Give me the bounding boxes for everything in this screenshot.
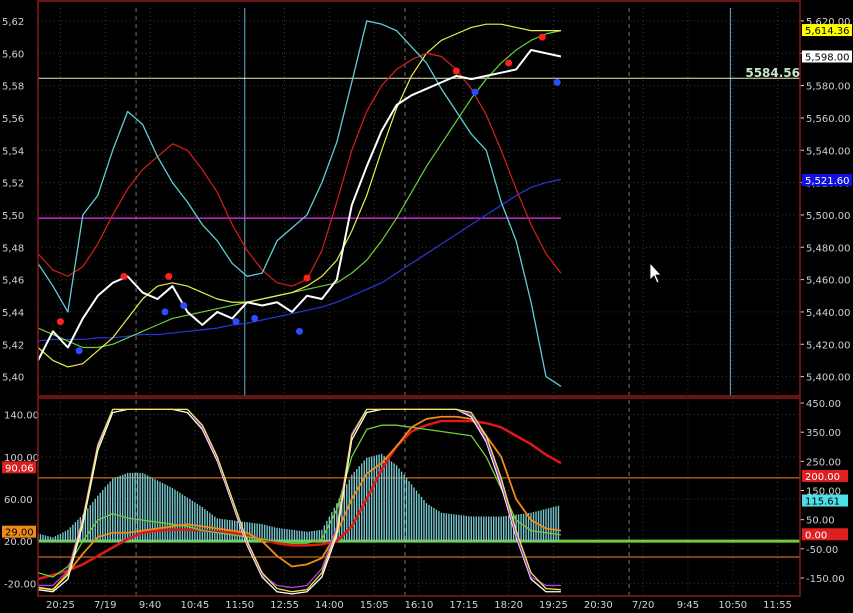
time-axis-label: 15:05 <box>360 600 389 611</box>
price-axis-label-right: 5,400.00 <box>806 373 851 384</box>
time-axis-label: 18:20 <box>494 600 523 611</box>
price-axis-label-left: 5,50 <box>2 211 24 222</box>
signal-marker <box>120 272 128 280</box>
time-axis-label: 10:50 <box>718 600 747 611</box>
price-tag-label: 5,598.00 <box>805 53 850 64</box>
price-axis-label-left: 5,46 <box>2 276 24 287</box>
price-axis-label-left: 5,62 <box>2 17 24 28</box>
signal-marker <box>75 347 83 355</box>
price-axis-label-left: 5,58 <box>2 82 24 93</box>
time-axis-label: 11:55 <box>763 600 792 611</box>
price-axis-label-left: 5,60 <box>2 49 24 60</box>
osc-axis-label-left: 140.00 <box>4 411 39 422</box>
osc-right-tag-label: 0.00 <box>805 530 827 541</box>
osc-axis-label-right: 450.00 <box>806 399 841 410</box>
signal-marker <box>471 88 479 96</box>
signal-marker <box>165 272 173 280</box>
osc-axis-label-left: 60.00 <box>4 495 33 506</box>
price-axis-label-right: 5,460.00 <box>806 276 851 287</box>
time-axis-label: 7/19 <box>94 600 116 611</box>
time-axis-label: 20:30 <box>584 600 613 611</box>
price-axis-label-left: 5,40 <box>2 373 24 384</box>
signal-marker <box>303 274 311 282</box>
signal-marker <box>161 308 169 316</box>
osc-axis-label-right: -150.00 <box>806 574 845 585</box>
osc-axis-label-right: 250.00 <box>806 457 841 468</box>
osc-right-tag-label: 200.00 <box>805 472 840 483</box>
time-axis-label: 20:25 <box>46 600 75 611</box>
osc-axis-label-left: 20.00 <box>4 537 33 548</box>
time-axis-label: 17:15 <box>449 600 478 611</box>
price-axis-label-left: 5,42 <box>2 340 24 351</box>
time-axis-label: 9:40 <box>139 600 161 611</box>
osc-axis-label-right: 350.00 <box>806 428 841 439</box>
signal-marker <box>232 318 240 326</box>
signal-marker <box>553 78 561 86</box>
signal-marker <box>295 327 303 335</box>
price-tag-label: 5,521.60 <box>805 176 850 187</box>
stock-chart: 5,400.00 5,40 5,420.00 5,42 5,440.00 5,44 5,46… <box>0 0 853 613</box>
time-axis-label: 11:50 <box>225 600 254 611</box>
time-axis-label: 19:25 <box>539 600 568 611</box>
signal-marker <box>538 33 546 41</box>
osc-left-tag-label: 29.00 <box>5 528 34 539</box>
price-axis-label-left: 5,52 <box>2 179 24 190</box>
osc-axis-label-right: -50.00 <box>806 545 838 556</box>
signal-marker <box>56 318 64 326</box>
osc-left-tag-label: 90.06 <box>5 463 34 474</box>
time-axis-label: 14:00 <box>315 600 344 611</box>
time-axis-label: 9:45 <box>677 600 699 611</box>
signal-marker <box>452 67 460 75</box>
price-axis-label-left: 5,56 <box>2 114 24 125</box>
osc-right-tag-label: 115.61 <box>805 497 840 508</box>
price-axis-label-right: 5,560.00 <box>806 114 851 125</box>
time-axis-label: 10:45 <box>180 600 209 611</box>
price-axis-label-right: 5,580.00 <box>806 82 851 93</box>
price-axis-label-right: 5,480.00 <box>806 243 851 254</box>
price-axis-label-left: 5,44 <box>2 308 24 319</box>
time-axis-label: 7/20 <box>632 600 654 611</box>
time-axis-label: 12:55 <box>270 600 299 611</box>
crosshair-value-label: 5584.56 <box>745 66 800 80</box>
time-axis-label: 16:10 <box>405 600 434 611</box>
osc-axis-label-right: 50.00 <box>806 516 835 527</box>
osc-axis-label-left: -20.00 <box>4 579 36 590</box>
signal-marker <box>505 59 513 67</box>
price-axis-label-right: 5,420.00 <box>806 340 851 351</box>
price-tag-label: 5,614.36 <box>805 26 850 37</box>
signal-marker <box>251 314 259 322</box>
price-axis-label-left: 5,48 <box>2 243 24 254</box>
signal-marker <box>180 301 188 309</box>
price-axis-label-left: 5,54 <box>2 146 24 157</box>
price-axis-label-right: 5,540.00 <box>806 146 851 157</box>
price-axis-label-right: 5,440.00 <box>806 308 851 319</box>
price-axis-label-right: 5,500.00 <box>806 211 851 222</box>
